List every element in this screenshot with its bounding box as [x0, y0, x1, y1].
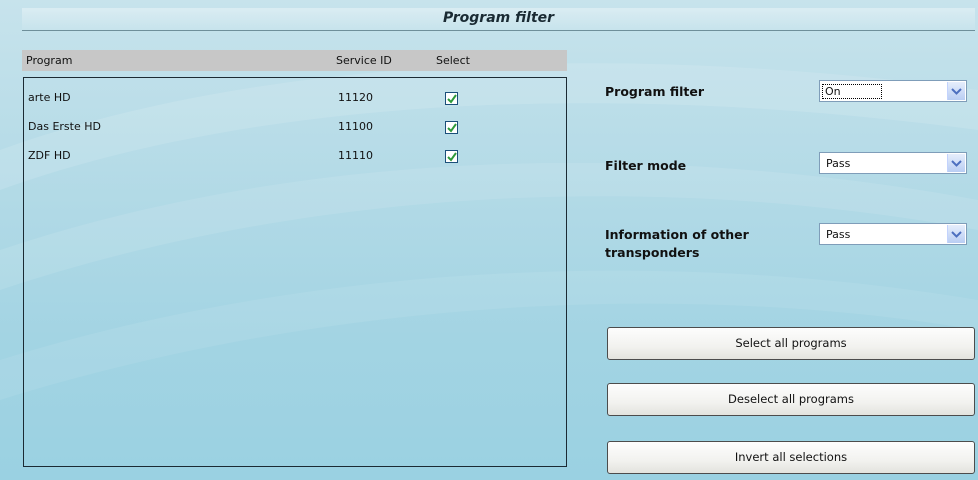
table-row: ZDF HD 11110 [24, 145, 564, 167]
panel-title: Program filter [22, 8, 975, 31]
filter-mode-value: Pass [826, 157, 851, 170]
service-id: 11110 [338, 149, 373, 162]
program-list[interactable]: arte HD 11120 Das Erste HD 11100 ZDF HD … [23, 77, 567, 467]
select-all-button[interactable]: Select all programs [607, 327, 975, 360]
column-header-service-id: Service ID [336, 54, 392, 67]
column-header-select: Select [436, 54, 470, 67]
other-transponders-label: Information of other transponders [605, 226, 749, 262]
filter-mode-label: Filter mode [605, 158, 687, 173]
filter-mode-select[interactable]: Pass [819, 152, 967, 174]
select-checkbox[interactable] [445, 121, 458, 134]
select-checkbox[interactable] [445, 150, 458, 163]
checkmark-icon [447, 94, 457, 104]
program-name: ZDF HD [28, 149, 71, 162]
other-transponders-label-line1: Information of other [605, 227, 749, 242]
service-id: 11120 [338, 91, 373, 104]
checkmark-icon [447, 123, 457, 133]
chevron-down-icon[interactable] [947, 154, 965, 172]
chevron-down-icon[interactable] [947, 225, 965, 243]
other-transponders-value: Pass [826, 228, 851, 241]
invert-selections-button[interactable]: Invert all selections [607, 441, 975, 474]
program-filter-value: On [822, 84, 882, 99]
program-name: Das Erste HD [28, 120, 101, 133]
program-filter-label: Program filter [605, 84, 705, 99]
other-transponders-select[interactable]: Pass [819, 223, 967, 245]
program-filter-select[interactable]: On [819, 80, 967, 102]
other-transponders-label-line2: transponders [605, 245, 700, 260]
table-row: Das Erste HD 11100 [24, 116, 564, 138]
program-name: arte HD [28, 91, 71, 104]
select-checkbox[interactable] [445, 92, 458, 105]
service-id: 11100 [338, 120, 373, 133]
chevron-down-icon[interactable] [947, 82, 965, 100]
table-row: arte HD 11120 [24, 87, 564, 109]
deselect-all-button[interactable]: Deselect all programs [607, 383, 975, 416]
column-header-program: Program [26, 54, 73, 67]
program-table-header: Program Service ID Select [22, 50, 567, 71]
checkmark-icon [447, 152, 457, 162]
